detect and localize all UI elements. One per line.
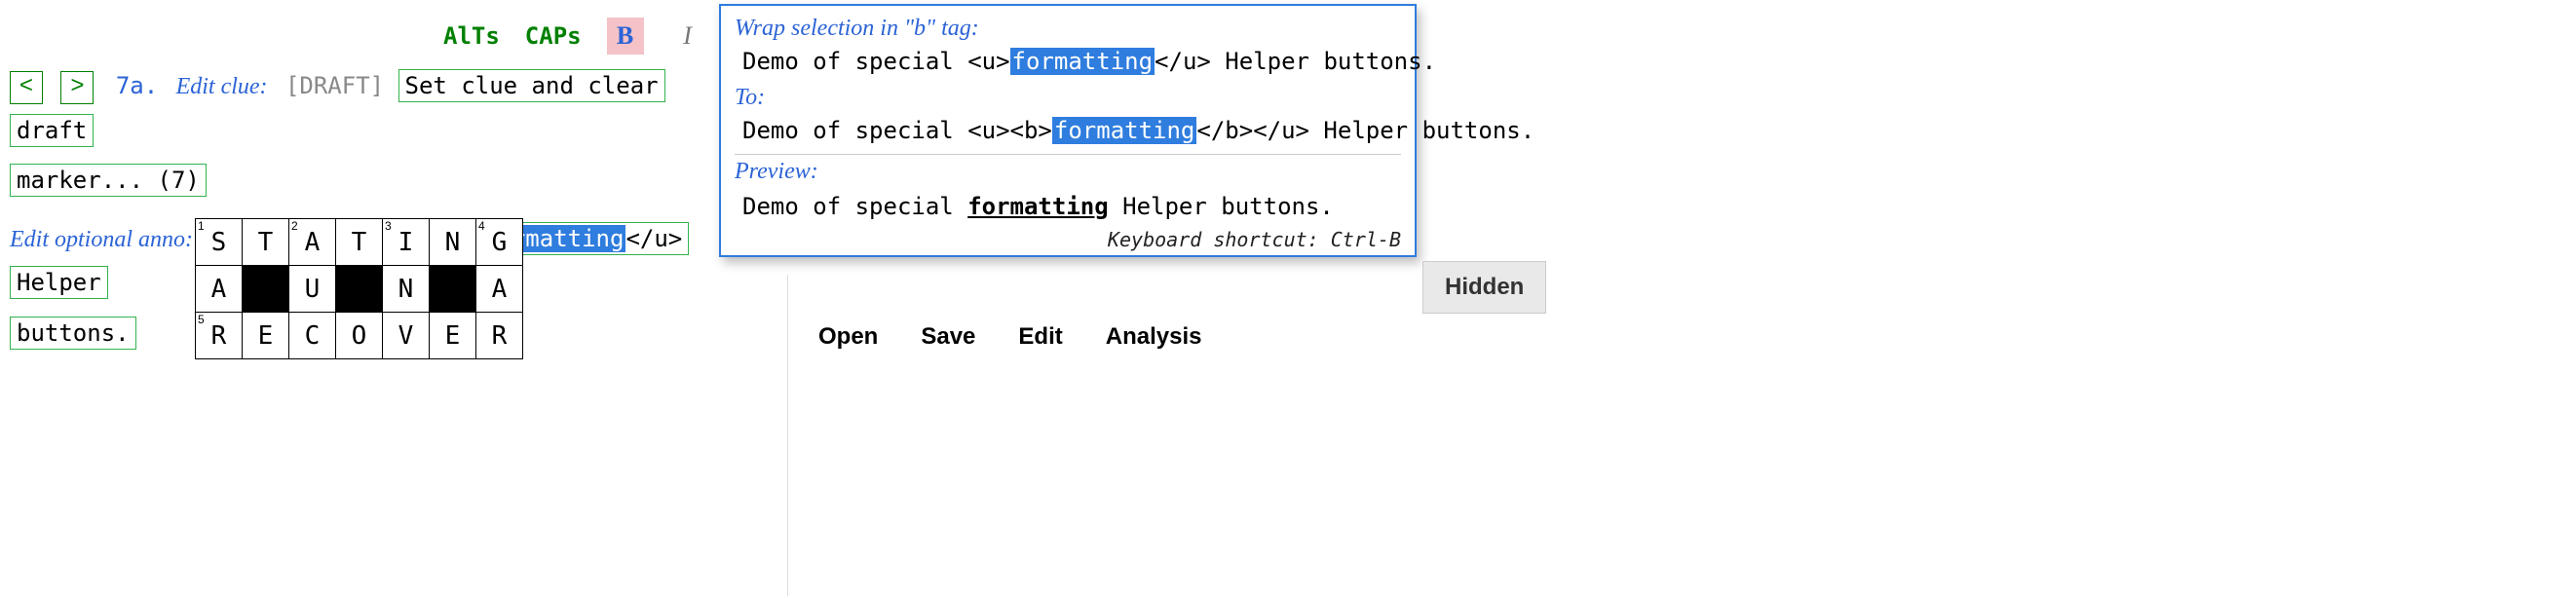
grid-cell-number: 3 bbox=[385, 219, 392, 233]
menu-bar: Open Save Edit Analysis bbox=[818, 323, 1201, 351]
grid-cell-number: 5 bbox=[198, 313, 205, 326]
grid-cell-letter: R bbox=[492, 321, 508, 351]
grid-cell[interactable]: T bbox=[243, 219, 289, 266]
tooltip-src-sel: formatting bbox=[1010, 48, 1155, 75]
tabs-bar: Hidden bbox=[1422, 261, 1546, 314]
grid-cell[interactable]: 5R bbox=[196, 313, 243, 359]
grid-cell[interactable]: C bbox=[289, 313, 336, 359]
grid-cell-letter: T bbox=[258, 228, 274, 257]
next-clue-button[interactable]: > bbox=[60, 71, 94, 104]
clue-number: 7a. bbox=[116, 72, 158, 99]
grid-cell-letter: N bbox=[445, 228, 461, 257]
edit-clue-label: Edit clue: bbox=[176, 74, 268, 99]
caps-button[interactable]: CAPs bbox=[525, 22, 582, 50]
grid-cell-letter: U bbox=[305, 275, 321, 304]
grid-cell[interactable]: N bbox=[383, 266, 430, 313]
grid-cell[interactable]: 1S bbox=[196, 219, 243, 266]
grid-cell[interactable] bbox=[430, 266, 476, 313]
grid-cell-letter: E bbox=[258, 321, 274, 351]
menu-analysis[interactable]: Analysis bbox=[1106, 323, 1202, 351]
clue-input-cont[interactable]: marker... (7) bbox=[10, 164, 207, 197]
grid-cell-letter: R bbox=[211, 321, 227, 351]
grid-cell-letter: A bbox=[305, 228, 321, 257]
tooltip-shortcut: Keyboard shortcut: Ctrl-B bbox=[735, 228, 1401, 251]
grid-cell[interactable] bbox=[243, 266, 289, 313]
bold-button[interactable]: B bbox=[607, 18, 644, 55]
grid-cell-letter: G bbox=[492, 228, 508, 257]
grid-cell-letter: V bbox=[398, 321, 414, 351]
menu-open[interactable]: Open bbox=[818, 323, 878, 351]
grid-cell-number: 4 bbox=[478, 219, 485, 233]
grid-cell[interactable]: 2A bbox=[289, 219, 336, 266]
anno-after: Helper bbox=[17, 269, 101, 296]
grid-cell-letter: T bbox=[352, 228, 367, 257]
tooltip-preview-label: Preview: bbox=[735, 159, 1401, 185]
grid-cell[interactable]: 3I bbox=[383, 219, 430, 266]
grid-cell-letter: O bbox=[352, 321, 367, 351]
grid-cell[interactable]: A bbox=[196, 266, 243, 313]
grid-cell[interactable]: E bbox=[243, 313, 289, 359]
format-tooltip: Wrap selection in "b" tag: Demo of speci… bbox=[719, 4, 1417, 257]
draft-marker: [DRAFT] bbox=[285, 72, 384, 99]
prev-clue-button[interactable]: < bbox=[10, 71, 43, 104]
tooltip-divider bbox=[735, 154, 1401, 155]
tooltip-preview: Demo of special formatting Helper button… bbox=[742, 193, 1401, 220]
tooltip-to-label: To: bbox=[735, 85, 1401, 111]
crossword-grid[interactable]: 1ST2AT3IN4GAUNA5RECOVER bbox=[195, 218, 523, 359]
vertical-divider bbox=[787, 275, 788, 596]
anno-uclose: </u> bbox=[625, 225, 682, 252]
grid-cell-number: 1 bbox=[198, 219, 205, 233]
preview-formatted: formatting bbox=[967, 193, 1109, 220]
tooltip-title: Wrap selection in "b" tag: bbox=[735, 16, 1401, 42]
italic-button[interactable]: I bbox=[669, 18, 706, 55]
tooltip-src-before: Demo of special <u> bbox=[742, 48, 1010, 75]
grid-cell[interactable]: A bbox=[476, 266, 523, 313]
preview-after: Helper buttons. bbox=[1109, 193, 1334, 220]
grid-cell[interactable]: E bbox=[430, 313, 476, 359]
grid-cell[interactable]: N bbox=[430, 219, 476, 266]
menu-edit[interactable]: Edit bbox=[1018, 323, 1062, 351]
grid-cell-letter: I bbox=[398, 228, 414, 257]
edit-anno-label: Edit optional anno: bbox=[10, 227, 193, 252]
grid-cell[interactable]: U bbox=[289, 266, 336, 313]
grid-cell[interactable]: T bbox=[336, 219, 383, 266]
grid-cell-letter: A bbox=[492, 275, 508, 304]
tab-hidden[interactable]: Hidden bbox=[1422, 261, 1546, 314]
grid-cell[interactable]: V bbox=[383, 313, 430, 359]
tooltip-dst-sel: formatting bbox=[1052, 117, 1197, 144]
tooltip-src: Demo of special <u>formatting</u> Helper… bbox=[742, 48, 1401, 75]
preview-before: Demo of special bbox=[742, 193, 967, 220]
grid-cell-letter: A bbox=[211, 275, 227, 304]
grid-cell-number: 2 bbox=[291, 219, 298, 233]
grid-cell[interactable]: R bbox=[476, 313, 523, 359]
grid-cell[interactable]: 4G bbox=[476, 219, 523, 266]
grid-cell-letter: N bbox=[398, 275, 414, 304]
alts-button[interactable]: AlTs bbox=[443, 22, 500, 50]
grid-cell-letter: E bbox=[445, 321, 461, 351]
tooltip-src-after: </u> Helper buttons. bbox=[1155, 48, 1436, 75]
tooltip-dst-after: </b></u> Helper buttons. bbox=[1196, 117, 1534, 144]
grid-cell[interactable]: O bbox=[336, 313, 383, 359]
tooltip-dst: Demo of special <u><b>formatting</b></u>… bbox=[742, 117, 1401, 144]
grid-cell-letter: C bbox=[305, 321, 321, 351]
grid-cell-letter: S bbox=[211, 228, 227, 257]
grid-cell[interactable] bbox=[336, 266, 383, 313]
menu-save[interactable]: Save bbox=[921, 323, 975, 351]
anno-input-cont[interactable]: buttons. bbox=[10, 317, 136, 350]
tooltip-dst-before: Demo of special <u><b> bbox=[742, 117, 1052, 144]
